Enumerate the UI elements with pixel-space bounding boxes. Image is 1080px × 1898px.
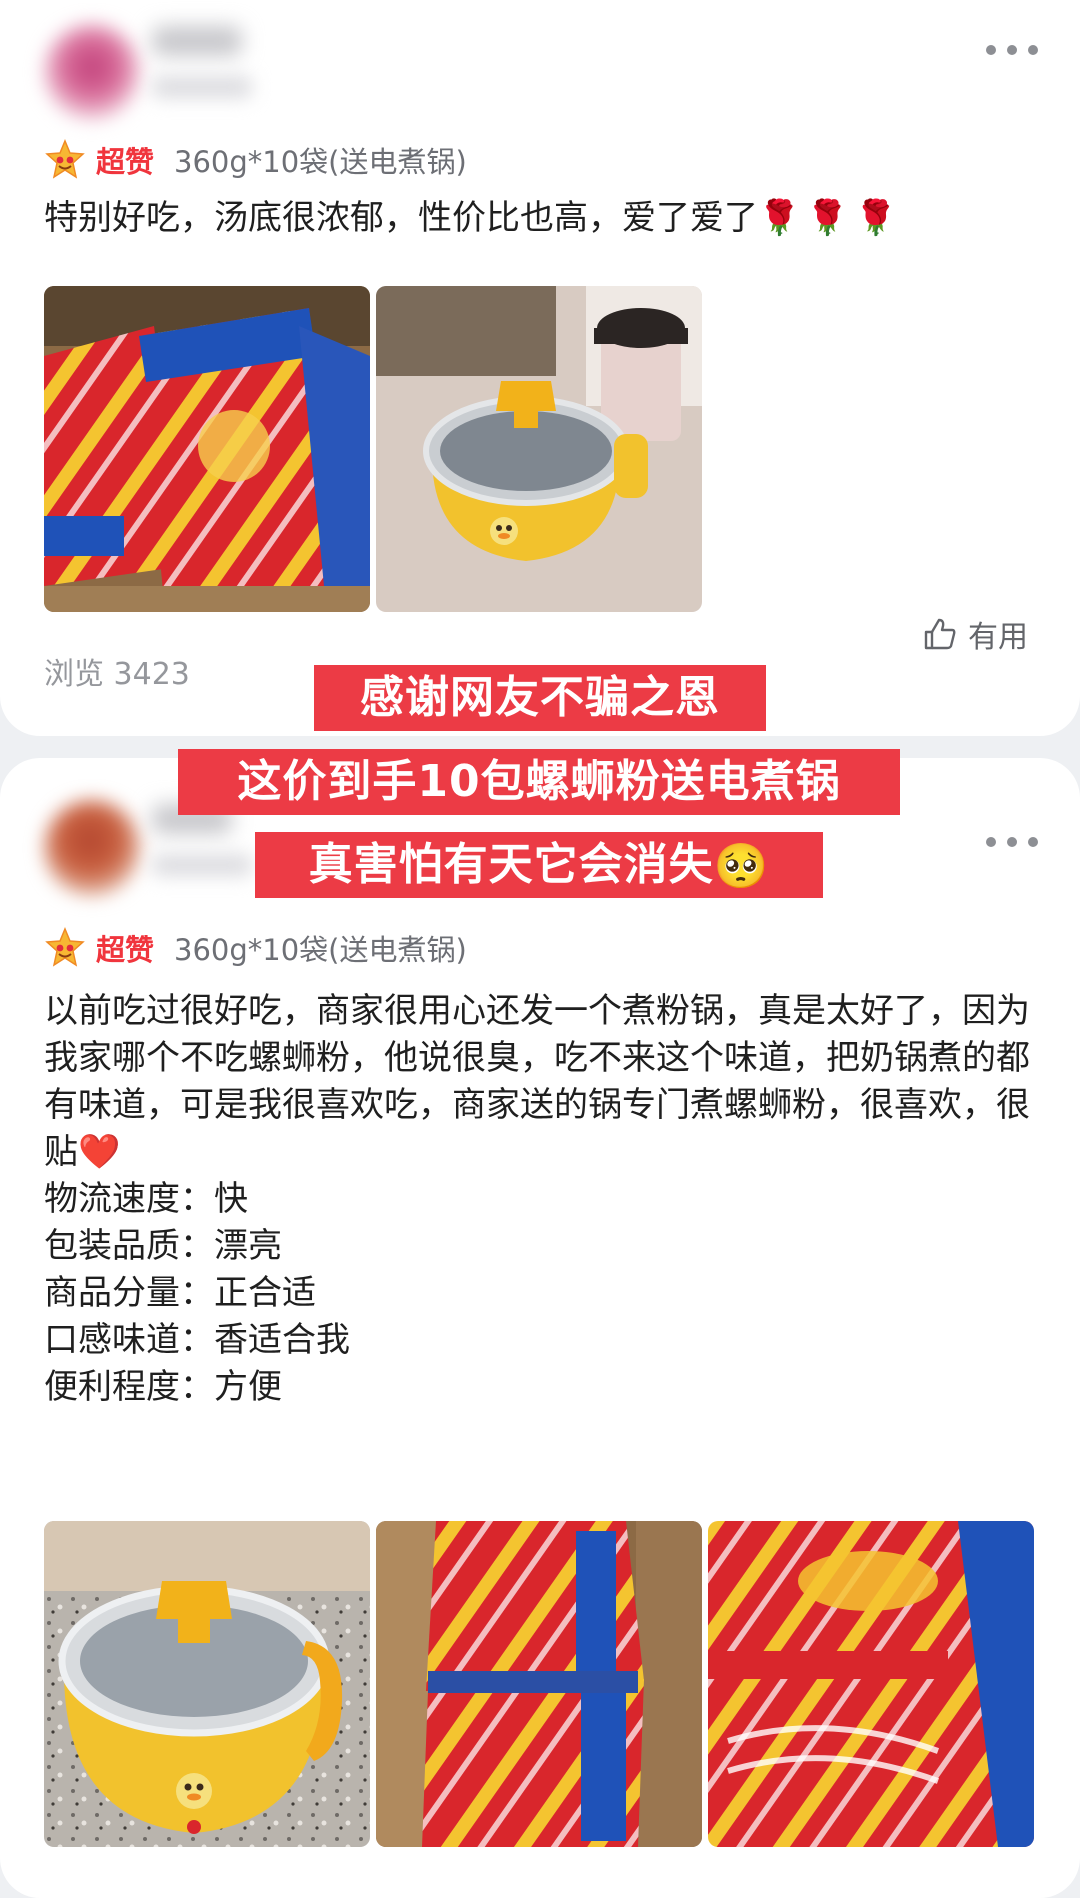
- username-blurred: [152, 26, 242, 56]
- product-spec: 360g*10袋(送电煮锅): [174, 145, 467, 179]
- aspect-ratings: 物流速度：快 包装品质：漂亮 商品分量：正合适 口感味道：香适合我 便利程度：方…: [44, 1176, 944, 1411]
- review-photo-1[interactable]: [44, 1521, 370, 1847]
- review-text: 特别好吃，汤底很浓郁，性价比也高，爱了爱了🌹🌹🌹: [44, 198, 904, 238]
- overlay-caption-3: 真害怕有天它会消失🥺: [255, 832, 823, 898]
- thumbs-up-icon: [924, 618, 956, 650]
- helpful-button[interactable]: 有用: [922, 610, 1028, 658]
- overlay-caption-3-text: 真害怕有天它会消失: [308, 839, 714, 890]
- review-photo-2[interactable]: [376, 286, 702, 612]
- rating-row: 超赞 360g*10袋(送电煮锅): [44, 926, 467, 970]
- review-card-2: 超赞 360g*10袋(送电煮锅) 以前吃过很好吃，商家很用心还发一个煮粉锅，真…: [0, 758, 1080, 1898]
- aspect-convenience: 便利程度：方便: [44, 1367, 282, 1407]
- view-count: 浏览 3423: [44, 657, 190, 692]
- noodle-package-closeup-photo: [708, 1521, 1034, 1847]
- more-options-button[interactable]: [986, 38, 1038, 62]
- review-date-blurred: [152, 76, 252, 98]
- avatar[interactable]: [44, 800, 140, 896]
- review-date-blurred: [152, 854, 252, 876]
- pleading-face-emoji: 🥺: [713, 841, 770, 892]
- more-dots-icon: [986, 837, 996, 847]
- rose-emoji: 🌹🌹🌹: [758, 198, 904, 238]
- review-text: 以前吃过很好吃，商家很用心还发一个煮粉锅，真是太好了，因为我家哪个不吃螺蛳粉，他…: [44, 991, 1030, 1172]
- electric-pot-photo: [44, 1521, 370, 1847]
- overlay-caption-1: 感谢网友不骗之恩: [314, 665, 766, 731]
- review-photo-2[interactable]: [376, 1521, 702, 1847]
- star-face-icon: [45, 927, 85, 967]
- helpful-label: 有用: [968, 620, 1028, 655]
- more-dots-icon: [986, 45, 996, 55]
- heart-emoji: ❤️: [78, 1132, 121, 1172]
- review-photo-3[interactable]: [708, 1521, 1034, 1847]
- rating-row: 超赞 360g*10袋(送电煮锅): [44, 138, 467, 182]
- aspect-taste: 口感味道：香适合我: [44, 1320, 350, 1360]
- noodle-packages-photo: [44, 286, 370, 612]
- more-options-button[interactable]: [986, 830, 1038, 854]
- star-face-icon: [45, 139, 85, 179]
- aspect-packaging: 包装品质：漂亮: [44, 1226, 282, 1266]
- aspect-logistics: 物流速度：快: [44, 1179, 248, 1219]
- review-card-1: 超赞 360g*10袋(送电煮锅) 特别好吃，汤底很浓郁，性价比也高，爱了爱了🌹…: [0, 0, 1080, 736]
- avatar[interactable]: [44, 24, 140, 120]
- rating-label: 超赞: [96, 145, 155, 179]
- overlay-caption-2: 这价到手10包螺蛳粉送电煮锅: [178, 749, 900, 815]
- aspect-quantity: 商品分量：正合适: [44, 1273, 316, 1313]
- review-photo-1[interactable]: [44, 286, 370, 612]
- rating-label: 超赞: [96, 933, 155, 967]
- electric-pot-photo: [376, 286, 702, 612]
- noodle-packages-photo: [376, 1521, 702, 1847]
- product-spec: 360g*10袋(送电煮锅): [174, 933, 467, 967]
